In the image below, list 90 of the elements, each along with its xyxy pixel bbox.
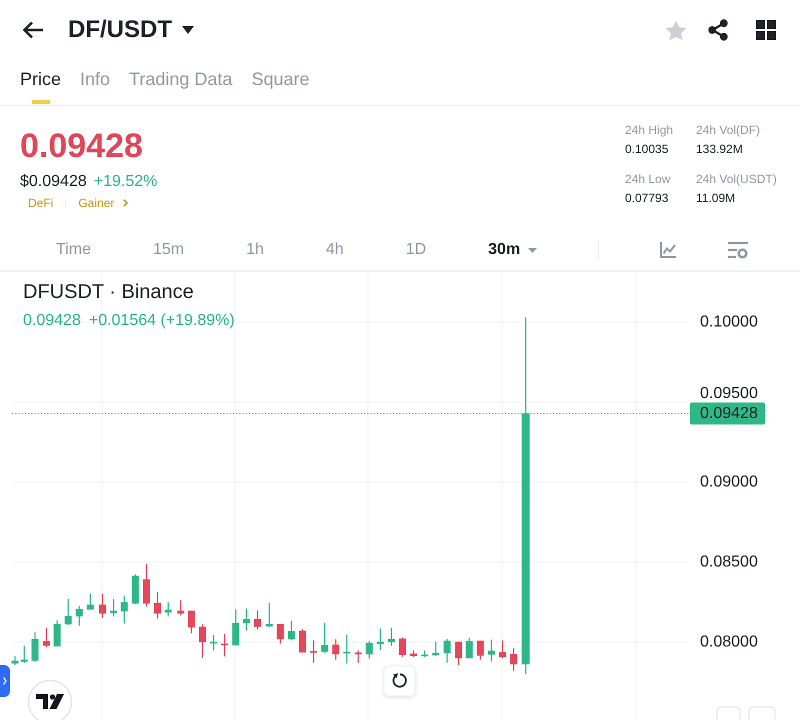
chart-price-change: +0.01564 (+19.89%) [88, 312, 235, 330]
candle [410, 650, 418, 658]
candle [288, 620, 295, 640]
price-axis-label: 0.09000 [700, 474, 758, 490]
candle [299, 628, 306, 652]
candle [242, 608, 250, 631]
chart-last-price: 0.09428 [23, 312, 81, 330]
interval-tab[interactable]: 4h [326, 240, 344, 260]
drawer-handle[interactable] [0, 665, 10, 697]
tag-link[interactable]: DeFi [28, 195, 54, 211]
line-chart-icon[interactable] [660, 242, 676, 258]
interval-tab[interactable]: 1h [246, 240, 264, 260]
candle [64, 598, 72, 625]
candle [120, 596, 128, 624]
tab[interactable]: Info [80, 60, 110, 105]
tag-link[interactable]: Gainer [78, 195, 128, 211]
price-axis-label: 0.08500 [700, 554, 758, 570]
usd-price: $0.09428 [20, 172, 87, 192]
stat-label: 24h Low [625, 171, 672, 187]
candle [177, 600, 184, 616]
stat-label: 24h Vol(USDT) [696, 171, 778, 187]
stat-value: 133.92M [696, 141, 744, 157]
chart-symbol: DFUSDT · Binance [23, 280, 194, 304]
candle [99, 594, 106, 618]
candle [488, 640, 495, 662]
stat-label: 24h Vol(DF) [696, 122, 762, 138]
candle [32, 632, 38, 662]
candle [476, 640, 484, 660]
candle [366, 641, 373, 659]
star-icon[interactable] [665, 20, 687, 40]
price-axis-label: 0.10000 [700, 314, 758, 330]
candle [154, 592, 161, 619]
candle [86, 594, 94, 610]
candle [276, 624, 284, 644]
logo-icon[interactable] [28, 680, 72, 720]
price-axis-label: 0.08000 [700, 634, 758, 650]
candle [164, 602, 172, 616]
refresh-icon [392, 673, 407, 688]
tab[interactable]: Square [251, 60, 310, 105]
candle [221, 634, 228, 656]
candle [466, 638, 473, 658]
candle [76, 606, 83, 626]
candle [254, 610, 261, 630]
candle [432, 642, 440, 656]
grid-icon[interactable] [756, 20, 776, 40]
tab[interactable]: Price [20, 60, 62, 105]
candle [321, 622, 328, 653]
candle [232, 609, 240, 646]
reset-button[interactable] [384, 666, 416, 696]
candle [12, 656, 18, 665]
settings-icon[interactable] [728, 241, 748, 259]
price-axis-label: 0.09500 [700, 385, 758, 402]
candle [421, 650, 428, 658]
stat-value: 0.07793 [625, 190, 670, 206]
candle [210, 635, 218, 650]
pair-selector[interactable]: DF/USDT [68, 16, 194, 44]
candle [510, 648, 518, 671]
candle [332, 639, 340, 660]
candle [310, 640, 318, 663]
stat-value: 11.09M [696, 190, 736, 206]
back-arrow-icon[interactable] [22, 21, 44, 39]
last-price: 0.09428 [20, 126, 144, 166]
candle [388, 628, 395, 646]
candle [42, 628, 50, 648]
candle [266, 602, 273, 628]
candle [188, 610, 195, 634]
candle [354, 650, 362, 663]
interval-tab[interactable]: 15m [152, 240, 184, 260]
candle [110, 598, 118, 616]
candle [343, 634, 350, 664]
share-icon[interactable] [708, 19, 728, 41]
candle [199, 624, 206, 658]
candle [444, 638, 451, 663]
candle [376, 628, 384, 650]
candle [54, 620, 61, 646]
interval-tab[interactable]: Time [56, 240, 91, 260]
caret-down-icon [182, 26, 194, 34]
interval-tab[interactable]: 30m [488, 240, 538, 260]
tab[interactable]: Trading Data [129, 60, 232, 105]
candle [142, 564, 150, 606]
last-price-tag: 0.09428 [690, 402, 765, 424]
candle [399, 638, 406, 657]
candle [132, 574, 139, 604]
interval-tab[interactable]: 1D [406, 240, 426, 260]
price-change: +19.52% [94, 172, 158, 192]
stat-label: 24h High [625, 122, 674, 138]
candle [455, 642, 462, 665]
candle [20, 646, 28, 663]
candle [499, 640, 506, 658]
stat-value: 0.10035 [625, 141, 670, 157]
